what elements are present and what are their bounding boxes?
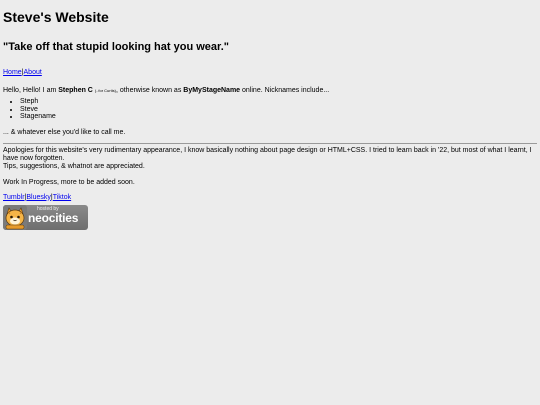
badge-text: hosted by neocities bbox=[28, 206, 79, 225]
list-item: Steve bbox=[20, 106, 537, 114]
intro-middle: , otherwise known as bbox=[115, 87, 184, 94]
nav-link-about[interactable]: About bbox=[24, 69, 42, 76]
nickname-footnote: ... & whatever else you'd like to call m… bbox=[3, 128, 126, 136]
divider bbox=[3, 142, 537, 144]
intro-name-note: (..for Curtis) bbox=[94, 88, 116, 93]
social-link-tiktok[interactable]: Tiktok bbox=[53, 194, 71, 201]
apology-paragraph: Apologies for this website's very rudime… bbox=[3, 147, 537, 171]
intro-handle: ByMyStageName bbox=[183, 87, 241, 94]
list-item: Steph bbox=[20, 98, 537, 106]
neocities-cat-icon bbox=[3, 204, 27, 230]
page-quote: "Take off that stupid looking hat you we… bbox=[3, 41, 229, 53]
list-item: Stagename bbox=[20, 113, 537, 121]
social-links: Tumblr|Bluesky|Tiktok bbox=[3, 193, 537, 202]
page: Steve's Website "Take off that stupid lo… bbox=[0, 0, 540, 405]
intro-end: online. Nicknames include... bbox=[240, 87, 330, 94]
intro-greeting: Hello, Hello! I am bbox=[3, 87, 59, 94]
page-title: Steve's Website bbox=[3, 9, 109, 25]
nickname-list: Steph Steve Stagename bbox=[3, 98, 537, 121]
intro-name: Stephen C bbox=[58, 87, 93, 94]
wip-note: Work In Progress, more to be added soon. bbox=[3, 178, 135, 186]
social-link-tumblr[interactable]: Tumblr bbox=[3, 194, 25, 201]
intro-paragraph: Hello, Hello! I am Stephen C (..for Curt… bbox=[3, 86, 537, 95]
nav-link-home[interactable]: Home bbox=[3, 69, 22, 76]
social-link-bluesky[interactable]: Bluesky bbox=[26, 194, 51, 201]
badge-neocities: neocities bbox=[28, 210, 79, 225]
main-nav: Home|About bbox=[3, 68, 537, 77]
apology-line-2: Tips, suggestions, & whatnot are appreci… bbox=[3, 162, 145, 170]
apology-line-1: Apologies for this website's very rudime… bbox=[3, 146, 532, 162]
neocities-badge[interactable]: hosted by neocities bbox=[3, 204, 88, 230]
